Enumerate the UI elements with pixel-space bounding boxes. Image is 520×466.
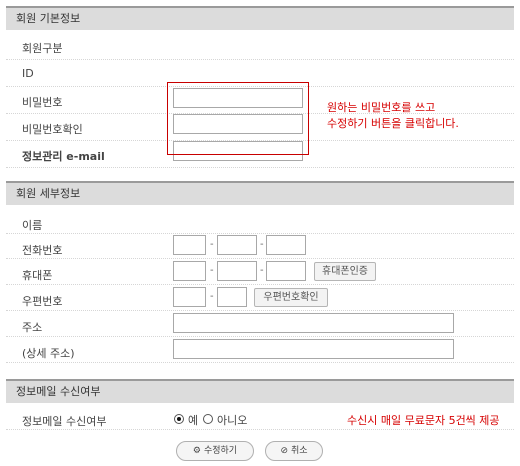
row-divider — [6, 362, 514, 363]
cancel-button[interactable]: ⊘ 취소 — [265, 441, 323, 461]
email-label: 정보관리 e-mail — [22, 150, 105, 163]
password-confirm-label: 비밀번호확인 — [22, 123, 83, 136]
mail-consent-label: 정보메일 수신여부 — [22, 415, 107, 428]
sms-notice: 수신시 매일 무료문자 5건씩 제공 — [347, 414, 500, 427]
mail-yes-label: 예 — [188, 414, 199, 427]
password-notice-line2: 수정하기 버튼을 클릭합니다. — [327, 117, 459, 130]
mobile-verify-button[interactable]: 휴대폰인증 — [314, 262, 376, 281]
row-divider — [6, 167, 514, 168]
address-label: 주소 — [22, 321, 43, 334]
row-divider — [6, 310, 514, 311]
row-divider — [6, 336, 514, 337]
id-label: ID — [22, 67, 34, 80]
phone-input-3[interactable] — [266, 235, 306, 255]
mobile-input-1[interactable] — [173, 261, 206, 281]
mail-yes-radio[interactable] — [174, 414, 184, 424]
password-label: 비밀번호 — [22, 96, 63, 109]
gear-icon: ⚙ — [192, 446, 201, 456]
mail-no-radio[interactable] — [203, 414, 213, 424]
basic-info-header: 회원 기본정보 — [6, 6, 514, 30]
address-input[interactable] — [173, 313, 454, 333]
mail-header: 정보메일 수신여부 — [6, 379, 514, 403]
cancel-button-label: 취소 — [290, 446, 308, 456]
zipcode-input-1[interactable] — [173, 287, 206, 307]
detail-info-header: 회원 세부정보 — [6, 181, 514, 205]
password-notice-line1: 원하는 비밀번호를 쓰고 — [327, 101, 436, 114]
address-detail-label: (상세 주소) — [22, 347, 75, 360]
name-label: 이름 — [22, 219, 43, 232]
row-divider — [6, 258, 514, 259]
submit-button[interactable]: ⚙ 수정하기 — [176, 441, 254, 461]
zipcode-dash: - — [210, 291, 214, 302]
row-divider — [6, 429, 514, 430]
zipcode-input-2[interactable] — [217, 287, 247, 307]
cancel-icon: ⊘ — [280, 446, 288, 456]
mobile-dash-1: - — [210, 265, 214, 276]
member-type-label: 회원구분 — [22, 42, 63, 55]
mobile-dash-2: - — [260, 265, 264, 276]
password-notice-box — [167, 82, 309, 155]
row-divider — [6, 59, 514, 60]
phone-dash-1: - — [210, 239, 214, 250]
mobile-input-2[interactable] — [217, 261, 257, 281]
zipcode-check-button[interactable]: 우편번호확인 — [254, 288, 328, 307]
phone-dash-2: - — [260, 239, 264, 250]
address-detail-input[interactable] — [173, 339, 454, 359]
phone-input-1[interactable] — [173, 235, 206, 255]
zipcode-label: 우편번호 — [22, 295, 63, 308]
submit-button-label: 수정하기 — [203, 446, 238, 456]
mail-no-label: 아니오 — [217, 414, 248, 427]
row-divider — [6, 233, 514, 234]
row-divider — [6, 284, 514, 285]
mobile-input-3[interactable] — [266, 261, 306, 281]
phone-input-2[interactable] — [217, 235, 257, 255]
phone-label: 전화번호 — [22, 244, 63, 257]
mobile-label: 휴대폰 — [22, 269, 53, 282]
